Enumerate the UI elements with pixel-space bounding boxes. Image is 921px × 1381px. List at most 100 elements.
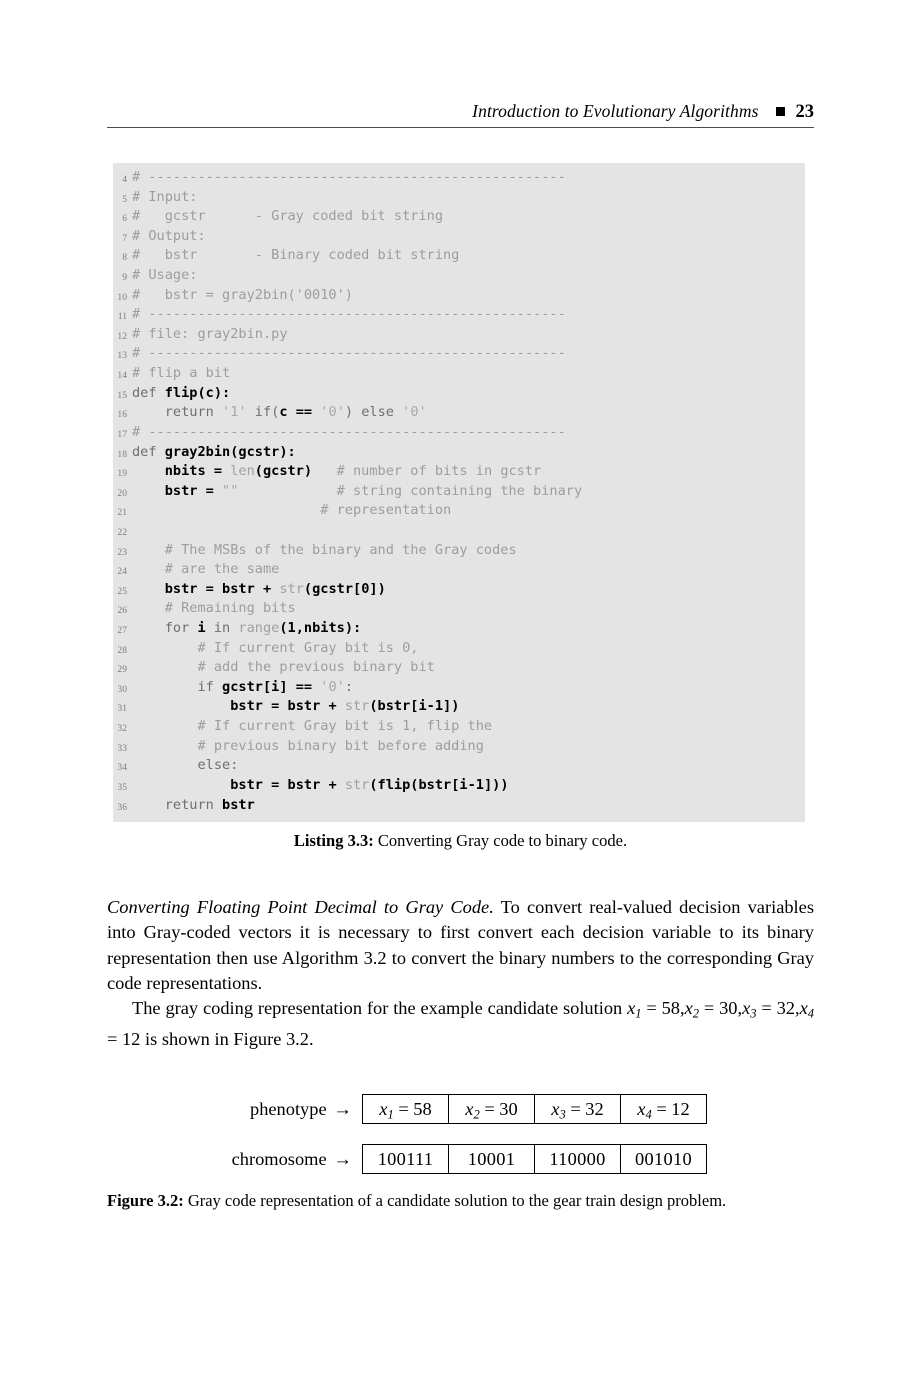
code-token-cmt: # Remaining bits xyxy=(132,600,296,617)
code-token-id: bstr xyxy=(132,482,206,499)
listing-caption: Listing 3.3: Converting Gray code to bin… xyxy=(107,830,814,851)
inline-variable: x3 xyxy=(742,998,757,1021)
code-line-text: # flip a bit xyxy=(132,364,230,384)
code-token-id: (gcstr) xyxy=(254,463,313,480)
code-token-id: bstr xyxy=(132,580,206,597)
code-line-text: # --------------------------------------… xyxy=(132,168,566,188)
paragraph-text-2: The gray coding representation for the e… xyxy=(107,996,814,1052)
code-line-text: # Usage: xyxy=(132,266,197,286)
code-line: 28 # If current Gray bit is 0, xyxy=(113,639,805,659)
code-token-id: (gcstr[0]) xyxy=(303,580,386,597)
code-line: 36 return bstr xyxy=(113,796,805,816)
code-token-kw: else: xyxy=(132,757,239,774)
code-token-kw: if( xyxy=(254,404,280,421)
code-token-cmt: # If current Gray bit is 1, flip the xyxy=(132,718,493,735)
figure-cell: 10001 xyxy=(449,1145,535,1173)
code-line: 16 return '1' if(c == '0') else '0' xyxy=(113,403,805,423)
code-line-text: for i in range(1,nbits): xyxy=(132,619,361,639)
code-token-cmt: # --------------------------------------… xyxy=(132,306,566,323)
code-line-text: bstr = bstr + str(gcstr[0]) xyxy=(132,580,386,600)
figure-gray-code-table: phenotype → x1 = 58 x2 = 30 x3 = 32 x4 = 12 ch… xyxy=(107,1086,814,1176)
code-token-kw: def xyxy=(132,384,165,401)
code-line-text: # representation xyxy=(132,501,451,521)
code-token-op: = xyxy=(205,580,223,597)
figure-cell: x4 = 12 xyxy=(621,1095,707,1123)
code-line: 9 # Usage: xyxy=(113,266,805,286)
code-token-id: flip(c): xyxy=(164,384,231,401)
code-token-kw: def xyxy=(132,443,165,460)
code-token-str: '0' xyxy=(320,404,345,421)
code-token-kw: in xyxy=(213,620,239,637)
figure-caption: Figure 3.2: Gray code representation of … xyxy=(107,1190,819,1211)
code-line: 32 # If current Gray bit is 1, flip the xyxy=(113,717,805,737)
code-token-id: (flip(bstr[i-1])) xyxy=(369,776,509,793)
code-line: 6 # gcstr - Gray coded bit string xyxy=(113,207,805,227)
figure-caption-label: Figure 3.2: xyxy=(107,1191,184,1210)
paragraph-text-2a: The gray coding representation for the e… xyxy=(132,998,628,1019)
code-line: 4 # -------------------------------------… xyxy=(113,168,805,188)
code-line: 19 nbits = len(gcstr) # number of bits i… xyxy=(113,462,805,482)
code-line-number: 36 xyxy=(117,801,127,813)
code-token-kw: ) else xyxy=(344,404,403,421)
listing-caption-label: Listing 3.3: xyxy=(293,831,374,850)
code-line-text: # bstr = gray2bin('0010') xyxy=(132,286,353,306)
code-line-text: # add the previous binary bit xyxy=(132,658,434,678)
figure-row-phenotype: phenotype → x1 = 58 x2 = 30 x3 = 32 x4 = 12 xyxy=(107,1094,814,1124)
running-head: Introduction to Evolutionary Algorithms 2… xyxy=(107,100,814,123)
figure-row-label-text: phenotype xyxy=(250,1099,327,1119)
code-token-cmt: # number of bits in gcstr xyxy=(312,463,542,480)
code-line-text: def gray2bin(gcstr): xyxy=(132,443,296,463)
code-token-kw: if xyxy=(132,678,223,695)
figure-row-label-text: chromosome xyxy=(231,1149,327,1169)
code-line-text: nbits = len(gcstr) # number of bits in g… xyxy=(132,462,542,482)
figure-row-label: phenotype → xyxy=(107,1094,352,1124)
code-line: 22 xyxy=(113,521,805,541)
code-token-cmt: # Input: xyxy=(132,188,198,205)
inline-variable: x4 xyxy=(799,998,815,1021)
code-line-text: # are the same xyxy=(132,560,280,580)
inline-value: = 12 xyxy=(107,1028,141,1049)
code-line: 15 def flip(c): xyxy=(113,384,805,404)
code-token-cmt: # --------------------------------------… xyxy=(132,345,566,362)
code-line-text: # bstr - Binary coded bit string xyxy=(132,246,459,266)
figure-cell-group: 100111 10001 110000 001010 xyxy=(362,1144,707,1174)
code-line-text: # previous binary bit before adding xyxy=(132,737,483,757)
code-line-text: bstr = bstr + str(bstr[i-1]) xyxy=(132,697,459,717)
code-token-cmt: # The MSBs of the binary and the Gray co… xyxy=(132,541,517,558)
code-token-fn: str xyxy=(279,580,304,597)
figure-row-chromosome: chromosome → 100111 10001 110000 001010 xyxy=(107,1144,814,1174)
code-line: 35 bstr = bstr + str(flip(bstr[i-1])) xyxy=(113,776,805,796)
code-token-fn: str xyxy=(344,698,370,715)
code-token-cmt: # bstr = gray2bin('0010') xyxy=(132,286,353,303)
listing-caption-text: Converting Gray code to binary code. xyxy=(373,831,628,850)
code-line: 7 # Output: xyxy=(113,227,805,247)
code-line-text: # Output: xyxy=(132,227,206,247)
code-token-kw: : xyxy=(344,678,354,695)
inline-variable: x2 xyxy=(684,998,700,1021)
code-line-text: else: xyxy=(132,756,238,776)
right-arrow-icon: → xyxy=(333,1149,352,1169)
code-line-text: return '1' if(c == '0') else '0' xyxy=(132,403,427,423)
body-paragraph: Converting Floating Point Decimal to Gra… xyxy=(107,895,814,1052)
code-token-op: = xyxy=(213,463,231,480)
code-line: 23 # The MSBs of the binary and the Gray… xyxy=(113,541,805,561)
page-number: 23 xyxy=(795,102,815,122)
code-line-text: # If current Gray bit is 1, flip the xyxy=(132,717,492,737)
code-token-op: + xyxy=(262,580,280,597)
code-line: 20 bstr = "" # string containing the bin… xyxy=(113,482,805,502)
code-token-cmt: # --------------------------------------… xyxy=(132,169,566,185)
code-token-cmt: # bstr - Binary coded bit string xyxy=(132,247,460,264)
code-line: 25 bstr = bstr + str(gcstr[0]) xyxy=(113,580,805,600)
code-line: 26 # Remaining bits xyxy=(113,599,805,619)
document-page: Introduction to Evolutionary Algorithms 2… xyxy=(0,0,921,1381)
code-token-op: == xyxy=(295,404,321,421)
code-line: 31 bstr = bstr + str(bstr[i-1]) xyxy=(113,697,805,717)
code-token-op: = xyxy=(271,698,288,715)
code-line-text: # Remaining bits xyxy=(132,599,296,619)
right-arrow-icon: → xyxy=(333,1099,352,1119)
code-token-kw: for xyxy=(132,620,198,637)
code-listing: 4 # -------------------------------------… xyxy=(113,163,805,823)
code-line-text: # --------------------------------------… xyxy=(132,344,566,364)
inline-value: = 32, xyxy=(756,998,800,1019)
code-token-cmt: # string containing the binary xyxy=(238,482,583,499)
